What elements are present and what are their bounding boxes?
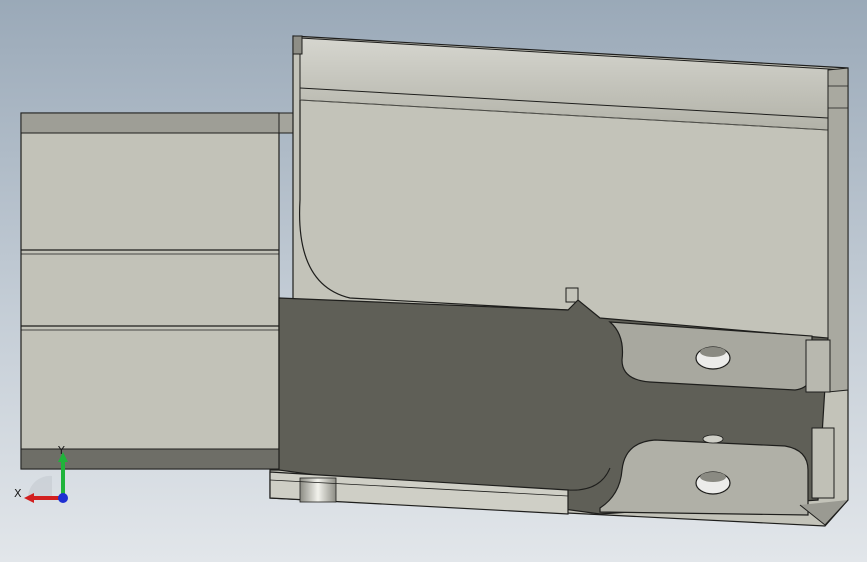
graphics-viewport[interactable]: Y X [0,0,867,562]
x-axis-label: X [14,487,22,500]
y-axis-label: Y [57,444,65,457]
part-model-view[interactable] [0,0,867,562]
coordinate-triad: Y X [14,444,68,503]
z-axis-dot-icon [58,493,68,503]
left-tube [20,112,300,470]
